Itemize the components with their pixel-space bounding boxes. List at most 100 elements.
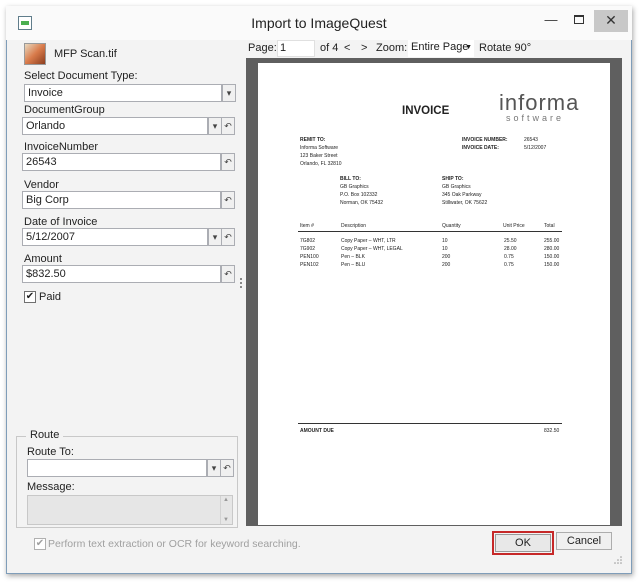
column-header: Total [544,223,555,229]
logo-tagline: software [506,113,565,123]
divider [298,231,562,232]
undo-icon[interactable]: ↶ [221,265,235,283]
document-group-label: DocumentGroup [24,104,105,116]
invoice-number-label: INVOICE NUMBER: [462,137,508,143]
column-header: Unit Price [503,223,525,229]
table-cell: Pen – BLU [341,262,366,268]
remit-line: Orlando, FL 32810 [300,161,342,167]
table-cell: Copy Paper – WHT, LEGAL [341,246,403,252]
ocr-checkbox[interactable]: ✔ [34,538,46,550]
invoice-date: 5/12/2007 [524,145,547,151]
chevron-down-icon[interactable]: ▾ [207,459,221,477]
column-header: Quantity [442,223,461,229]
table-cell: Copy Paper – WHT, LTR [341,238,396,244]
scrollbar[interactable] [220,496,232,524]
date-label: Date of Invoice [24,216,98,228]
route-legend: Route [26,429,64,441]
invoice-page: INVOICE informa software REMIT TO: Infor… [258,63,610,525]
chevron-down-icon[interactable]: ▾ [222,84,236,102]
rotate-button[interactable]: Rotate 90° [479,42,531,54]
table-cell: 0.75 [504,262,514,268]
panel-splitter[interactable] [240,278,243,292]
chevron-down-icon[interactable]: ▾ [208,117,222,135]
page-label: Page: [248,42,277,54]
vendor-field[interactable]: Big Corp [22,191,221,209]
undo-icon[interactable]: ↶ [221,191,235,209]
table-cell: 200 [442,262,451,268]
bill-line: Norman, OK 75432 [340,200,384,206]
vendor-label: Vendor [24,179,59,191]
caret-down-icon: ▼ [465,44,472,51]
table-cell: 10 [442,238,448,244]
table-cell: 280.00 [544,246,560,252]
remit-line: 123 Baker Street [300,153,338,159]
bill-to-label: BILL TO: [340,176,361,182]
table-cell: 28.00 [504,246,517,252]
file-row[interactable]: MFP Scan.tif [24,42,244,68]
undo-icon[interactable]: ↶ [221,228,235,246]
table-cell: 7G902 [300,246,316,252]
column-header: Item # [300,223,314,229]
table-cell: 255.00 [544,238,560,244]
doc-type-select[interactable]: Invoice [24,84,222,102]
previous-page-button[interactable]: < [344,42,350,54]
date-field[interactable]: 5/12/2007 [22,228,208,246]
message-textarea[interactable] [27,495,233,525]
minimize-button[interactable]: — [538,10,564,32]
cancel-button[interactable]: Cancel [556,532,612,550]
route-to-label: Route To: [27,446,74,458]
ocr-label: Perform text extraction or OCR for keywo… [48,538,301,550]
close-button[interactable]: ✕ [594,10,628,32]
table-cell: 0.75 [504,254,514,260]
table-cell: 25.50 [504,238,517,244]
table-cell: 10 [442,246,448,252]
invoice-number: 26543 [524,137,538,143]
ok-button[interactable]: OK [492,531,554,555]
bill-line: GB Graphics [340,184,369,190]
page-input[interactable]: 1 [277,40,315,57]
remit-line: Informa Software [300,145,339,151]
amount-due: 832.50 [544,428,560,434]
invoice-number-label: InvoiceNumber [24,141,98,153]
ship-line: GB Graphics [442,184,471,190]
divider [298,423,562,424]
message-label: Message: [27,481,75,493]
zoom-select[interactable]: Entire Page ▼ [408,40,474,57]
amount-field[interactable]: $832.50 [22,265,221,283]
next-page-button[interactable]: > [361,42,367,54]
ship-line: Stillwater, OK 75622 [442,200,488,206]
title-bar: Import to ImageQuest — ✕ [6,6,632,40]
page-count: of 4 [320,42,339,54]
table-cell: 7G802 [300,238,316,244]
amount-due-label: AMOUNT DUE [300,428,334,434]
zoom-label: Zoom: [376,42,408,54]
chevron-down-icon[interactable]: ▾ [208,228,222,246]
file-name: MFP Scan.tif [54,48,117,60]
table-cell: 150.00 [544,262,560,268]
table-cell: Pen – BLK [341,254,365,260]
undo-icon[interactable]: ↶ [221,153,235,171]
remit-to-label: REMIT TO: [300,137,326,143]
undo-icon[interactable]: ↶ [220,459,234,477]
undo-icon[interactable]: ↶ [221,117,235,135]
table-cell: 200 [442,254,451,260]
table-cell: 150.00 [544,254,560,260]
image-file-icon [24,43,46,65]
column-header: Description [341,223,367,229]
amount-label: Amount [24,253,62,265]
maximize-button[interactable] [566,10,592,32]
ship-line: 345 Oak Parkway [442,192,482,198]
maximize-icon [574,15,584,24]
bill-line: P.O. Box 102332 [340,192,378,198]
table-cell: PEN100 [300,254,319,260]
resize-grip-icon[interactable] [614,556,622,564]
paid-label: Paid [39,291,62,303]
zoom-value: Entire Page [411,41,469,53]
paid-checkbox[interactable]: ✔ [24,291,36,303]
document-group-select[interactable]: Orlando [22,117,208,135]
doc-type-label: Select Document Type: [24,70,138,82]
table-cell: PEN102 [300,262,319,268]
invoice-date-label: INVOICE DATE: [462,145,499,151]
invoice-number-field[interactable]: 26543 [22,153,221,171]
route-to-select[interactable] [27,459,207,477]
